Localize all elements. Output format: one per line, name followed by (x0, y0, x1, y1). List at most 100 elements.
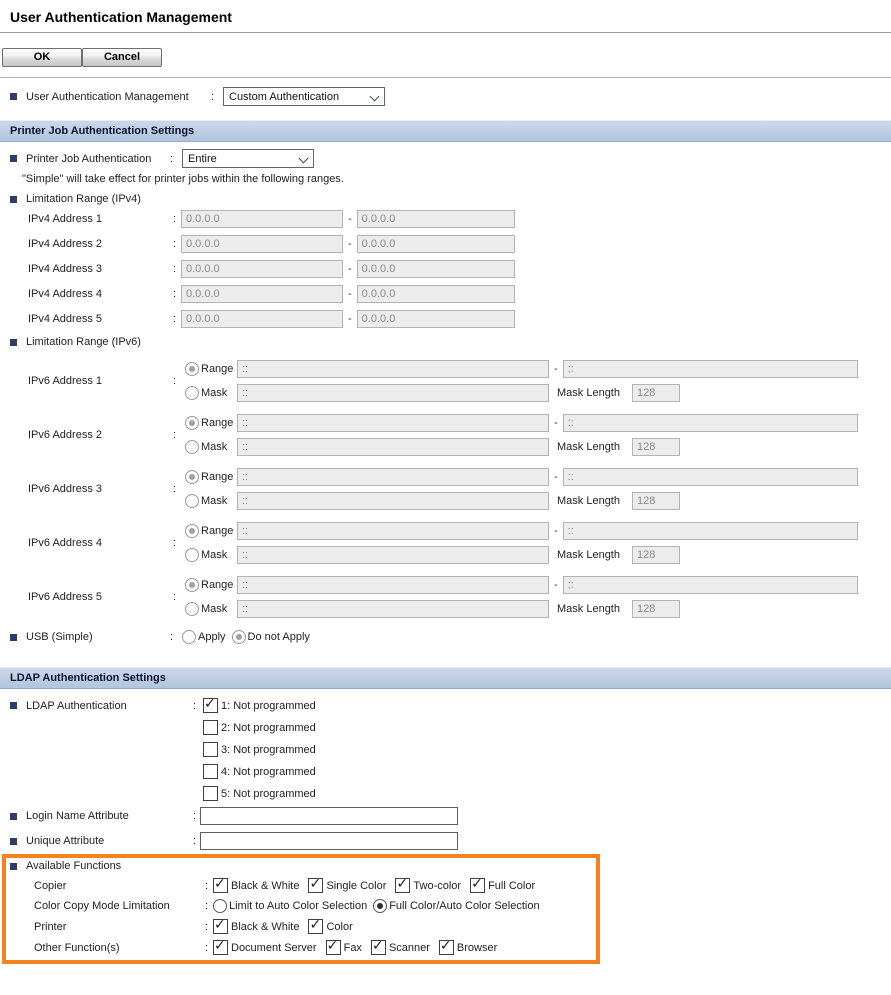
cancel-button[interactable]: Cancel (82, 48, 162, 67)
ipv6-mask-input[interactable] (237, 492, 549, 510)
mask-radio[interactable] (185, 386, 199, 400)
ipv6-mask-input[interactable] (237, 438, 549, 456)
ipv4-from-input[interactable] (181, 210, 343, 228)
scanner-checkbox[interactable] (371, 940, 386, 955)
printer-bw-checkbox[interactable] (213, 919, 228, 934)
login-name-attribute-input[interactable] (200, 807, 458, 825)
printer-row: Printer : Black & White Color (6, 919, 596, 934)
document-server-checkbox[interactable] (213, 940, 228, 955)
ipv6-range-from-input[interactable] (237, 522, 549, 540)
unique-attribute-row: Unique Attribute : (0, 832, 891, 850)
ipv6-address-label: IPv6 Address 3 (28, 483, 170, 495)
ldap-server-checkbox[interactable] (203, 720, 218, 735)
fax-checkbox[interactable] (326, 940, 341, 955)
copier-single-color-checkbox[interactable] (308, 878, 323, 893)
unique-attribute-input[interactable] (200, 832, 458, 850)
ipv4-to-input[interactable] (357, 310, 515, 328)
mask-radio[interactable] (185, 440, 199, 454)
ipv6-address-block: IPv6 Address 2 : Range - Mask Mask Lengt… (0, 414, 891, 456)
ipv6-address-label: IPv6 Address 2 (28, 429, 170, 441)
mask-length-input[interactable] (632, 600, 680, 618)
ipv6-range-from-input[interactable] (237, 468, 549, 486)
range-radio[interactable] (185, 470, 199, 484)
ipv4-to-input[interactable] (357, 235, 515, 253)
range-radio[interactable] (185, 578, 199, 592)
bullet-marker (10, 838, 17, 845)
other-functions-row: Other Function(s) : Document Server Fax … (6, 940, 596, 955)
ipv6-range-from-input[interactable] (237, 360, 549, 378)
ipv6-range-to-input[interactable] (563, 360, 858, 378)
mask-length-input[interactable] (632, 438, 680, 456)
mask-length-label: Mask Length (557, 603, 620, 615)
mask-radio-label: Mask (201, 549, 227, 561)
do-not-apply-radio-label: Do not Apply (248, 631, 310, 643)
mask-radio-label: Mask (201, 387, 227, 399)
ipv6-mask-input[interactable] (237, 384, 549, 402)
browser-checkbox[interactable] (439, 940, 454, 955)
ipv6-range-to-input[interactable] (563, 522, 858, 540)
ipv6-mask-input[interactable] (237, 600, 549, 618)
divider (0, 77, 891, 78)
full-color-auto-radio[interactable] (373, 899, 387, 913)
apply-radio-label: Apply (198, 631, 226, 643)
range-radio[interactable] (185, 362, 199, 376)
range-radio[interactable] (185, 524, 199, 538)
user-auth-management-select[interactable]: Custom Authentication (223, 87, 385, 106)
mask-radio-label: Mask (201, 495, 227, 507)
range-radio-label: Range (201, 579, 233, 591)
ipv4-to-input[interactable] (357, 260, 515, 278)
apply-radio[interactable] (182, 630, 196, 644)
ldap-server-checkbox[interactable] (203, 742, 218, 757)
copier-two-color-checkbox[interactable] (395, 878, 410, 893)
user-auth-management-value: Custom Authentication (229, 91, 339, 103)
ldap-server-label: 1: Not programmed (221, 700, 316, 712)
ipv6-range-to-input[interactable] (563, 468, 858, 486)
copier-bw-checkbox[interactable] (213, 878, 228, 893)
ldap-server-checkbox[interactable] (203, 698, 218, 713)
ipv4-address-row: IPv4 Address 5 : - (0, 310, 891, 328)
ipv6-range-from-input[interactable] (237, 414, 549, 432)
ipv6-mask-input[interactable] (237, 546, 549, 564)
limitation-range-ipv4-row: Limitation Range (IPv4) (0, 193, 891, 205)
ipv6-range-to-input[interactable] (563, 414, 858, 432)
ipv4-to-input[interactable] (357, 210, 515, 228)
mask-radio[interactable] (185, 548, 199, 562)
ldap-server-checkbox[interactable] (203, 764, 218, 779)
mask-length-input[interactable] (632, 546, 680, 564)
mask-length-input[interactable] (632, 492, 680, 510)
printer-job-auth-select[interactable]: Entire (182, 149, 314, 168)
ipv6-address-block: IPv6 Address 4 : Range - Mask Mask Lengt… (0, 522, 891, 564)
ipv4-from-input[interactable] (181, 285, 343, 303)
range-radio-label: Range (201, 525, 233, 537)
other-functions-label: Other Function(s) (34, 942, 202, 954)
ok-button[interactable]: OK (2, 48, 82, 67)
range-radio-label: Range (201, 471, 233, 483)
mask-length-input[interactable] (632, 384, 680, 402)
mask-radio[interactable] (185, 494, 199, 508)
ipv4-from-input[interactable] (181, 235, 343, 253)
ipv4-from-input[interactable] (181, 310, 343, 328)
ipv4-to-input[interactable] (357, 285, 515, 303)
limit-auto-color-radio[interactable] (213, 899, 227, 913)
printer-color-checkbox[interactable] (308, 919, 323, 934)
copier-full-color-checkbox[interactable] (470, 878, 485, 893)
mask-radio[interactable] (185, 602, 199, 616)
divider (0, 32, 891, 33)
printer-label: Printer (34, 921, 202, 933)
printer-job-auth-value: Entire (188, 153, 217, 165)
ipv6-range-to-input[interactable] (563, 576, 858, 594)
ipv6-address-label: IPv6 Address 4 (28, 537, 170, 549)
ldap-server-label: 4: Not programmed (221, 766, 316, 778)
ldap-server-checkbox[interactable] (203, 786, 218, 801)
do-not-apply-radio[interactable] (232, 630, 246, 644)
printer-job-auth-settings-header: Printer Job Authentication Settings (0, 120, 891, 142)
range-radio[interactable] (185, 416, 199, 430)
login-name-attribute-label: Login Name Attribute (26, 810, 190, 822)
ldap-auth-settings-header: LDAP Authentication Settings (0, 667, 891, 689)
ipv4-from-input[interactable] (181, 260, 343, 278)
ipv6-range-from-input[interactable] (237, 576, 549, 594)
limitation-range-ipv4-label: Limitation Range (IPv4) (26, 193, 141, 205)
ipv6-address-block: IPv6 Address 3 : Range - Mask Mask Lengt… (0, 468, 891, 510)
color-copy-mode-limitation-row: Color Copy Mode Limitation : Limit to Au… (6, 899, 596, 913)
available-functions-label: Available Functions (26, 860, 121, 872)
